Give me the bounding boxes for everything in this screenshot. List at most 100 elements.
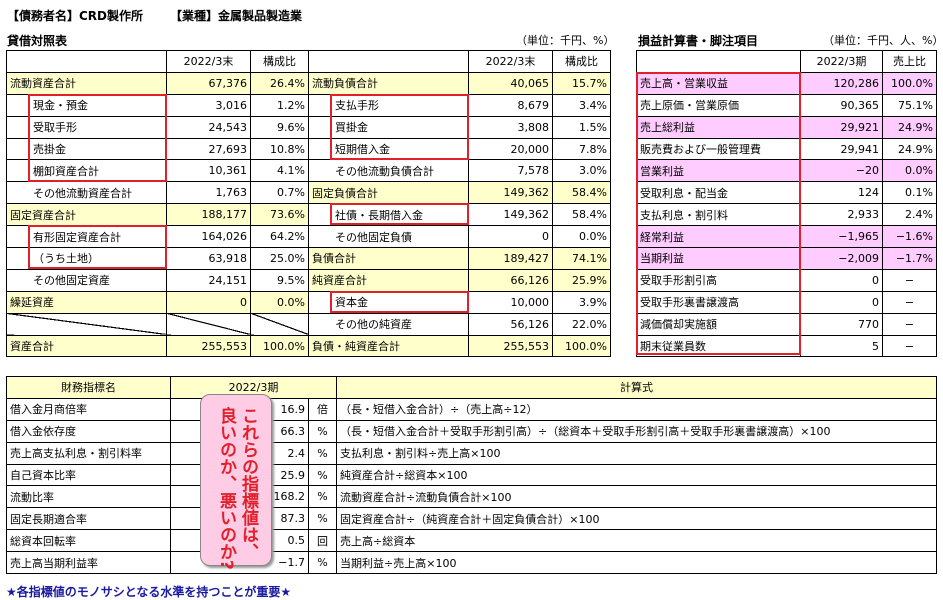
- fi-unit: 倍: [307, 397, 338, 421]
- fi-unit: %: [307, 551, 338, 575]
- bs-ratio: 9.6%: [250, 115, 309, 139]
- pl-header-row: 2022/3期 売上比: [636, 50, 937, 73]
- pl-value: 770: [800, 312, 883, 336]
- bs-label: 純資産合計: [308, 268, 469, 292]
- fi-name: 借入金依存度: [6, 419, 171, 443]
- table-row: その他流動資産合計 1,763 0.7% 固定負債合計 149,362 58.4%: [6, 181, 611, 205]
- bs-ratio: 10.8%: [250, 137, 309, 161]
- pl-period-header: 2022/3期: [800, 50, 883, 73]
- pl-unit: （単位：千円、人、%）: [823, 34, 943, 47]
- fi-unit: %: [307, 419, 338, 443]
- pl-value: 120,286: [800, 71, 883, 95]
- table-row: 借入金依存度 66.3% （長・短借入金合計＋受取手形割引高）÷（総資本＋受取手形割…: [6, 419, 938, 443]
- bs-label: 固定負債合計: [308, 181, 469, 205]
- highlight-box: [28, 225, 167, 269]
- pl-ratio: 24.9%: [882, 137, 937, 161]
- bs-value: 8,679: [468, 93, 553, 117]
- bs-value: 63,918: [166, 247, 251, 270]
- empty-cell: [6, 312, 167, 336]
- bs-ratio: 1.2%: [250, 93, 309, 117]
- empty-cell: [250, 312, 309, 336]
- bs-ratio: 3.4%: [552, 93, 611, 117]
- bs-ratio: 64.2%: [250, 225, 309, 249]
- bs-label: 負債・純資産合計: [308, 334, 469, 358]
- footer-note: ★各指標値のモノサシとなる水準を持つことが重要★: [6, 585, 292, 599]
- table-row: 固定長期適合率 87.3% 固定資産合計÷（純資産合計＋固定負債合計）×100: [6, 507, 938, 531]
- pl-ratio-header: 売上比: [882, 50, 937, 73]
- bubble-text-line2: 良いのか、悪いのか?: [216, 407, 236, 570]
- bs-value: 67,376: [166, 71, 251, 95]
- pl-value: 0: [800, 268, 883, 292]
- bs-ratio: 58.4%: [552, 181, 611, 205]
- bs-value: 40,065: [468, 71, 553, 95]
- financial-indicators-table: 財務指標名 2022/3期 計算式 借入金月商倍率 16.9 倍（長・短借入金合計）…: [6, 376, 938, 575]
- pl-ratio: −: [882, 334, 937, 358]
- pl-title: 損益計算書・脚注項目: [638, 34, 759, 48]
- highlight-box: [330, 203, 469, 225]
- bs-label: 固定資産合計: [6, 203, 167, 227]
- bs-label: 流動負債合計: [308, 71, 469, 95]
- table-row: その他固定資産 24,151 9.5% 純資産合計 66,126 25.9%: [6, 268, 611, 292]
- fi-formula: 支払利息・割引料÷売上高×100: [336, 441, 938, 465]
- bs-label: 資産合計: [6, 334, 167, 358]
- table-row: 流動資産合計 67,376 26.4% 流動負債合計 40,065 15.7%: [6, 71, 611, 95]
- fi-formula: 当期利益÷売上高×100: [336, 551, 938, 575]
- bs-ratio: 3.9%: [552, 290, 611, 314]
- pl-ratio: −1.6%: [882, 225, 937, 249]
- bs-ratio: 9.5%: [250, 268, 309, 292]
- fi-name-header: 財務指標名: [6, 376, 171, 399]
- bs-ratio: 25.9%: [552, 268, 611, 292]
- pl-ratio: −: [882, 290, 937, 314]
- pl-ratio: −1.7%: [882, 247, 937, 270]
- bs-value: 1,763: [166, 181, 251, 205]
- bs-label: その他の純資産: [308, 312, 469, 336]
- table-row: 自己資本比率 25.9% 純資産合計÷総資本×100: [6, 463, 938, 487]
- bs-value: 10,361: [166, 159, 251, 183]
- bs-ratio: 0.7%: [250, 181, 309, 205]
- highlight-box: [28, 94, 167, 182]
- highlight-box: [330, 291, 469, 313]
- bs-period-header: 2022/3末: [468, 50, 553, 73]
- table-row: 売上高支払利息・割引料率 2.4% 支払利息・割引料÷売上高×100: [6, 441, 938, 465]
- table-row: 借入金月商倍率 16.9 倍（長・短借入金合計）÷（売上高÷12）: [6, 397, 938, 421]
- pl-ratio: 0.0%: [882, 159, 937, 183]
- pl-ratio: −: [882, 312, 937, 336]
- bs-ratio: 58.4%: [552, 203, 611, 227]
- bs-value: 3,016: [166, 93, 251, 117]
- bs-label: 繰延資産: [6, 290, 167, 314]
- bs-value: 20,000: [468, 137, 553, 161]
- fi-name: 売上高当期利益率: [6, 551, 171, 575]
- industry: 【業種】金属製品製造業: [170, 9, 303, 23]
- pl-value: 90,365: [800, 93, 883, 117]
- bs-title: 貸借対照表: [7, 34, 68, 48]
- pl-ratio: −: [882, 268, 937, 292]
- table-row: 繰延資産 0 0.0% 資本金 10,000 3.9%: [6, 290, 611, 314]
- bs-value: 188,177: [166, 203, 251, 227]
- bubble-text-line1: これらの指標値は、: [238, 407, 258, 560]
- pl-ratio: 75.1%: [882, 93, 937, 117]
- bs-value: 66,126: [468, 268, 553, 292]
- pl-value: 0: [800, 290, 883, 314]
- bs-ratio: 74.1%: [552, 247, 611, 270]
- fi-name: 売上高支払利息・割引料率: [6, 441, 171, 465]
- fi-unit: %: [307, 507, 338, 531]
- fi-formula: 流動資産合計÷流動負債合計×100: [336, 485, 938, 509]
- fi-unit: %: [307, 463, 338, 487]
- pl-value: −2,009: [800, 247, 883, 270]
- bs-label: その他流動資産合計: [6, 181, 167, 205]
- bs-ratio: 26.4%: [250, 71, 309, 95]
- bs-value: 149,362: [468, 203, 553, 227]
- bs-ratio: 0.0%: [552, 225, 611, 249]
- fi-name: 総資本回転率: [6, 529, 171, 553]
- table-row: 売上高当期利益率 −1.7% 当期利益÷売上高×100: [6, 551, 938, 575]
- empty-cell: [166, 312, 251, 336]
- fi-name: 自己資本比率: [6, 463, 171, 487]
- question-bubble: これらの指標値は、 良いのか、悪いのか?: [200, 394, 272, 570]
- bs-value: 149,362: [468, 181, 553, 205]
- fi-unit: %: [307, 441, 338, 465]
- bs-value: 56,126: [468, 312, 553, 336]
- bs-ratio-header: 構成比: [552, 50, 611, 73]
- pl-value: 2,933: [800, 203, 883, 227]
- table-row: 流動比率 168.2% 流動資産合計÷流動負債合計×100: [6, 485, 938, 509]
- bs-value: 24,151: [166, 268, 251, 292]
